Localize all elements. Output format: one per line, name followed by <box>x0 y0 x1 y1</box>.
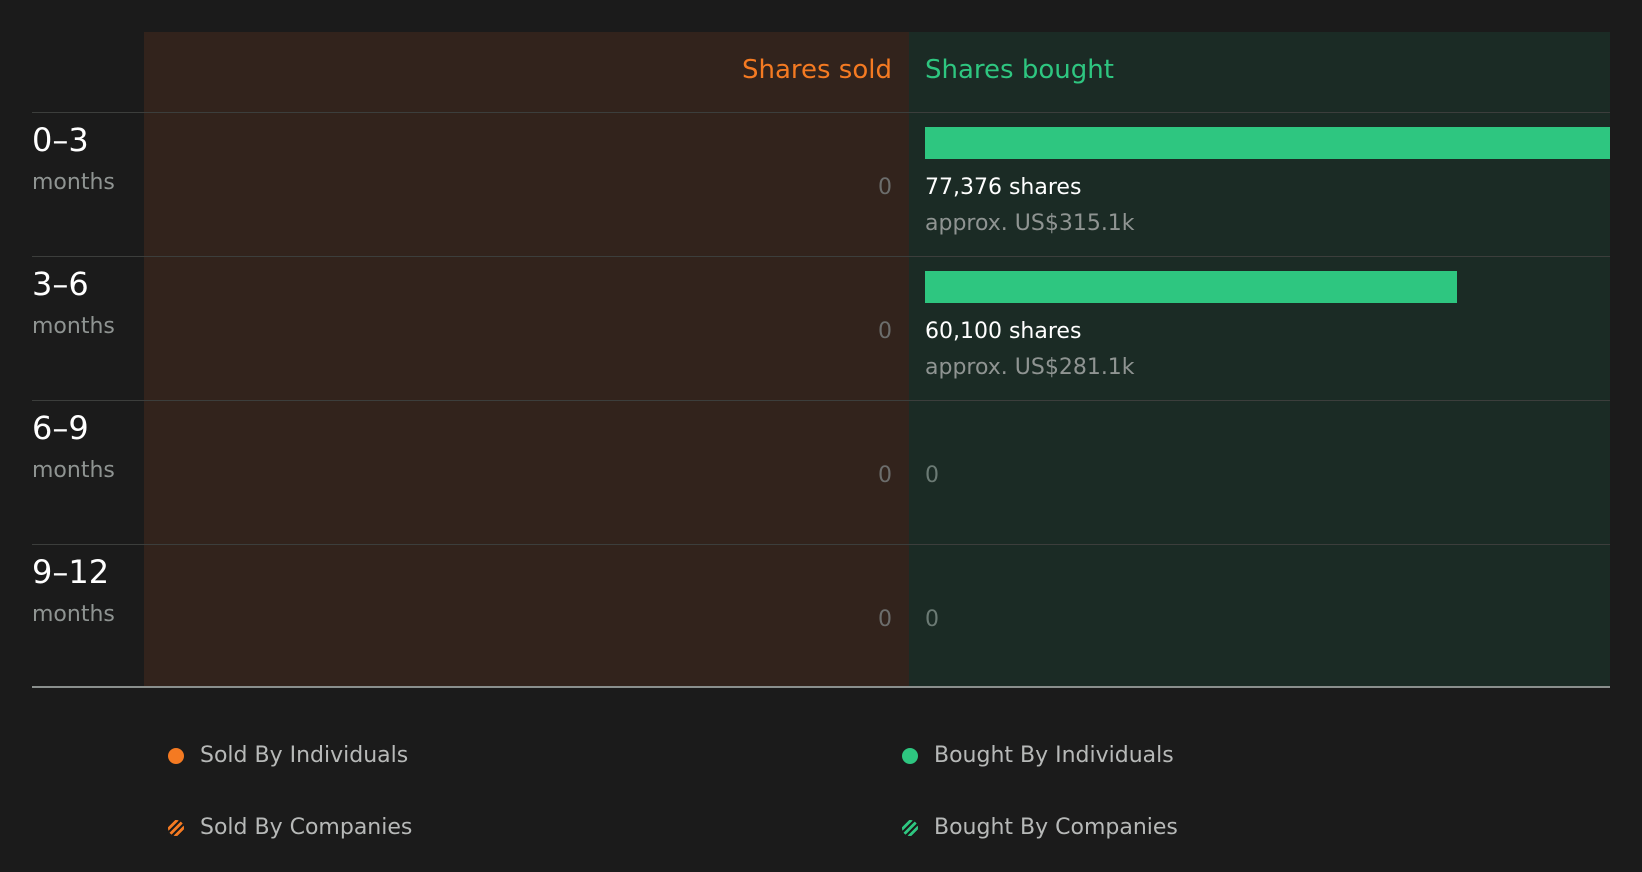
bought-value-label: approx. US$281.1k <box>925 355 1135 380</box>
chart-row: 0–3 months 0 77,376 shares approx. US$315.1k <box>0 112 1642 256</box>
legend-label: Bought By Individuals <box>934 743 1174 768</box>
row-unit-label: months <box>32 314 115 339</box>
circle-icon <box>168 748 184 764</box>
bought-shares-label: 60,100 shares <box>925 319 1082 344</box>
bought-value-label: 0 <box>925 463 939 488</box>
chart-row: 9–12 months 0 0 <box>0 544 1642 688</box>
bought-shares-label: 77,376 shares <box>925 175 1082 200</box>
bought-bar[interactable] <box>925 127 1610 159</box>
row-range-label: 0–3 <box>32 121 89 159</box>
bought-value-label: 0 <box>925 607 939 632</box>
sold-value-label: 0 <box>878 607 892 632</box>
legend-label: Sold By Individuals <box>200 743 409 768</box>
chart-row: 3–6 months 0 60,100 shares approx. US$281.1k <box>0 256 1642 400</box>
row-range-label: 3–6 <box>32 265 89 303</box>
sold-value-label: 0 <box>878 463 892 488</box>
row-range-label: 9–12 <box>32 553 110 591</box>
sold-value-label: 0 <box>878 175 892 200</box>
row-unit-label: months <box>32 602 115 627</box>
chart-row: 6–9 months 0 0 <box>0 400 1642 544</box>
row-unit-label: months <box>32 170 115 195</box>
hatched-circle-icon <box>902 820 918 836</box>
legend-label: Bought By Companies <box>934 815 1178 840</box>
hatched-circle-icon <box>168 820 184 836</box>
bought-bar[interactable] <box>925 271 1457 303</box>
circle-icon <box>902 748 918 764</box>
row-unit-label: months <box>32 458 115 483</box>
bought-value-label: approx. US$315.1k <box>925 211 1135 236</box>
row-range-label: 6–9 <box>32 409 89 447</box>
legend-label: Sold By Companies <box>200 815 413 840</box>
sold-value-label: 0 <box>878 319 892 344</box>
shares-bought-header: Shares bought <box>925 55 1114 85</box>
shares-sold-header: Shares sold <box>741 55 892 85</box>
